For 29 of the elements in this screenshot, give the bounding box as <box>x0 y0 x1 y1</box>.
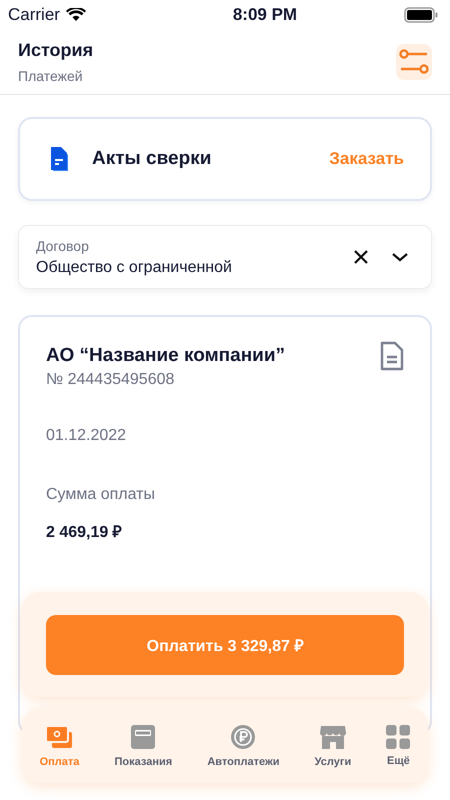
chevron-down-icon[interactable] <box>391 252 409 262</box>
company-name: АО “Название компании” <box>46 345 286 367</box>
tab-item[interactable]: Услуги <box>314 724 352 768</box>
tab-item[interactable]: Автоплатежи <box>207 724 280 768</box>
clear-icon[interactable] <box>353 249 369 265</box>
account-number: № 244435495608 <box>46 371 176 389</box>
document-icon <box>50 146 70 172</box>
sliders-icon <box>399 49 429 75</box>
wifi-icon <box>66 8 86 22</box>
shop-icon <box>318 724 347 750</box>
battery-icon <box>404 7 438 23</box>
clock-time: 8:09 PM <box>232 5 298 25</box>
contract-dropdown[interactable]: Договор Общество с ограниченной <box>18 225 432 289</box>
payment-date: 01.12.2022 <box>46 427 128 445</box>
grid-icon <box>386 724 410 748</box>
payment-amount: 2 469,19 ₽ <box>46 523 123 542</box>
acts-title: Акты сверки <box>92 148 212 170</box>
tab-item[interactable]: Ещё <box>386 724 410 766</box>
tab-item[interactable]: Показания <box>114 724 172 768</box>
document-icon[interactable] <box>380 341 404 371</box>
field-label: Договор <box>36 238 90 254</box>
page-title: История <box>18 40 94 61</box>
ruble-coin-icon <box>230 724 256 750</box>
amount-label: Сумма оплаты <box>46 486 156 504</box>
meter-icon <box>130 724 156 750</box>
field-value: Общество с ограниченной <box>36 258 233 276</box>
page-subtitle: Платежей <box>18 68 84 84</box>
carrier-name: Carrier <box>8 5 60 25</box>
filter-button[interactable] <box>396 44 432 80</box>
